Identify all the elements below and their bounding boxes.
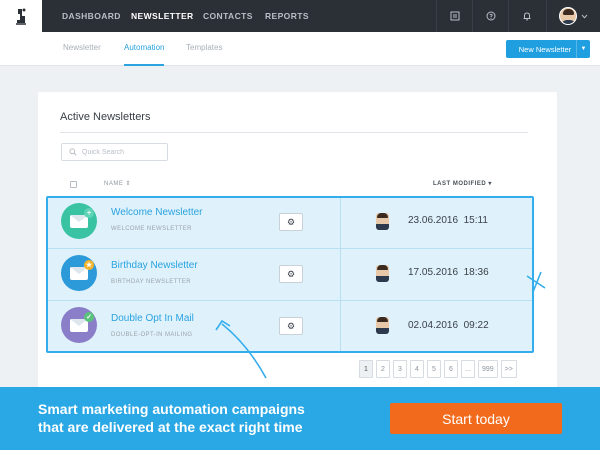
select-all-checkbox[interactable] [70, 181, 77, 188]
last-modified: 23.06.2016 15:11 [408, 215, 488, 226]
row-settings-button[interactable]: ⚙ [279, 213, 303, 231]
page-button[interactable]: 4 [410, 360, 424, 378]
row-divider [48, 300, 532, 301]
gear-icon: ⚙ [286, 216, 296, 227]
row-subtitle: BIRTHDAY NEWSLETTER [111, 279, 191, 285]
next-page-button[interactable]: >> [500, 360, 517, 378]
banner-text: Smart marketing automation campaigns tha… [38, 400, 378, 436]
row-settings-button[interactable]: ⚙ [279, 265, 303, 283]
gear-icon: ⚙ [286, 268, 296, 279]
help-button[interactable] [472, 0, 508, 32]
tab-automation[interactable]: Automation [124, 32, 165, 66]
banner-line-2: that are delivered at the exact right ti… [38, 419, 303, 435]
last-modified: 02.04.2016 09:22 [408, 320, 489, 331]
bell-icon [523, 12, 530, 21]
divider [60, 132, 528, 133]
search-input[interactable] [82, 148, 160, 156]
help-icon [486, 11, 495, 21]
row-title[interactable]: Double Opt In Mail [111, 313, 194, 324]
user-menu[interactable] [546, 0, 600, 32]
search-field[interactable] [61, 143, 168, 161]
chevron-down-icon[interactable]: ▼ [576, 40, 590, 58]
row-title[interactable]: Birthday Newsletter [111, 260, 198, 271]
row-subtitle: WELCOME NEWSLETTER [111, 226, 192, 232]
nav-dashboard[interactable]: DASHBOARD [62, 0, 121, 32]
banner-line-1: Smart marketing automation campaigns [38, 401, 305, 417]
notifications-button[interactable] [508, 0, 544, 32]
chevron-down-icon [581, 14, 588, 19]
grid-button[interactable] [436, 0, 472, 32]
column-header-last-modified[interactable]: LAST MODIFIED ▾ [433, 180, 492, 187]
nav-reports[interactable]: REPORTS [265, 0, 309, 32]
page-button[interactable]: 1 [359, 360, 373, 378]
page-button[interactable]: 999 [478, 360, 498, 378]
row-title[interactable]: Welcome Newsletter [111, 207, 203, 218]
gear-icon: ⚙ [286, 320, 296, 331]
welcome-envelope-icon: + [61, 203, 97, 239]
page-ellipsis: ... [461, 360, 475, 378]
tab-templates[interactable]: Templates [186, 32, 222, 66]
avatar [376, 317, 389, 334]
double-opt-in-envelope-icon: ✓ [61, 307, 97, 343]
avatar [559, 7, 577, 25]
pagination: 1 2 3 4 5 6 ... 999 >> [359, 360, 517, 378]
column-header-name[interactable]: NAME ⇕ [104, 180, 131, 187]
tab-newsletter[interactable]: Newsletter [63, 32, 101, 66]
avatar [376, 265, 389, 282]
page-title: Active Newsletters [60, 111, 151, 123]
page-button[interactable]: 2 [376, 360, 390, 378]
birthday-envelope-icon: ★ [61, 255, 97, 291]
row-subtitle: DOUBLE-OPT-IN MAILING [111, 332, 193, 338]
page-button[interactable]: 6 [444, 360, 458, 378]
logo-icon [16, 8, 26, 25]
last-modified: 17.05.2016 18:36 [408, 267, 489, 278]
grid-icon [450, 11, 459, 21]
nav-newsletter[interactable]: NEWSLETTER [131, 0, 194, 32]
start-today-button[interactable]: Start today [390, 403, 562, 434]
row-settings-button[interactable]: ⚙ [279, 317, 303, 335]
page-button[interactable]: 5 [427, 360, 441, 378]
logo[interactable] [0, 0, 42, 32]
page-button[interactable]: 3 [393, 360, 407, 378]
nav-contacts[interactable]: CONTACTS [203, 0, 253, 32]
new-newsletter-label: New Newsletter [518, 44, 572, 54]
new-newsletter-button[interactable]: New Newsletter ▼ [506, 40, 590, 58]
top-navigation-bar: DASHBOARD NEWSLETTER CONTACTS REPORTS [0, 0, 600, 32]
row-divider [48, 248, 532, 249]
search-icon [69, 148, 77, 156]
avatar [376, 213, 389, 230]
